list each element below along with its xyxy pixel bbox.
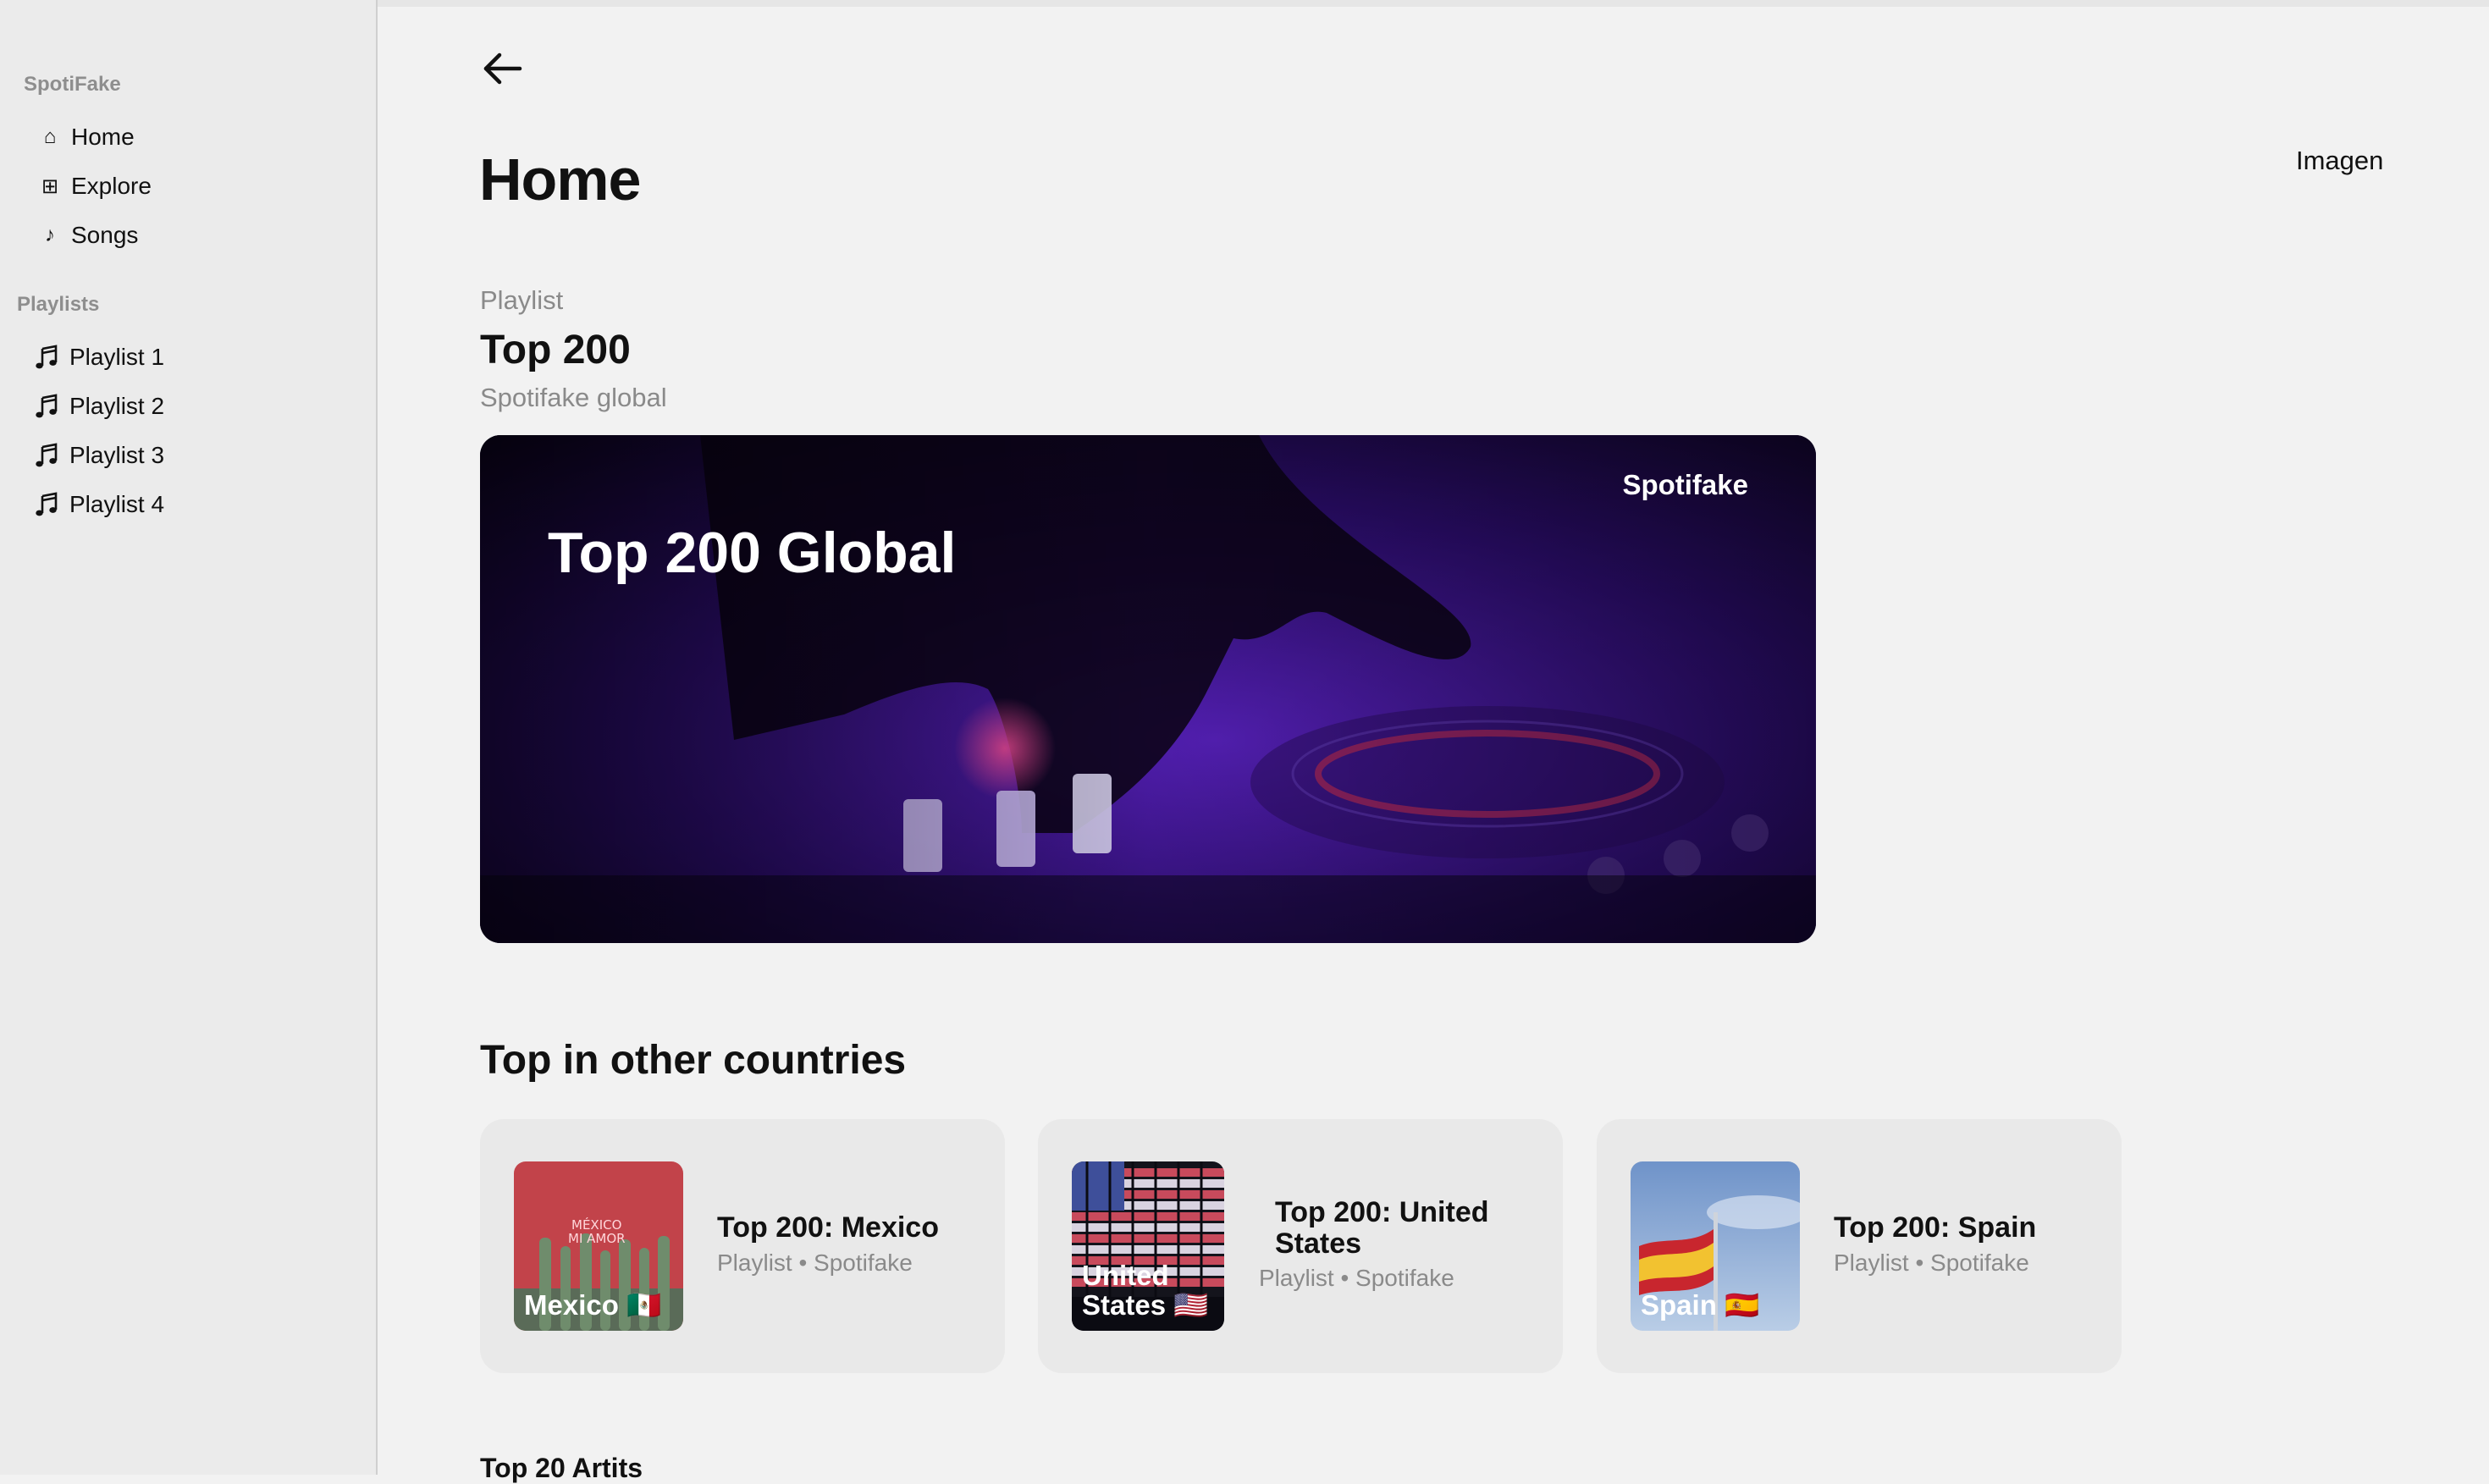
card-title: Top 200: Mexico [717,1211,939,1244]
home-icon: ⌂ [43,125,57,148]
card-subtitle: Playlist • Spotifake [1834,1250,2029,1276]
card-subtitle: Playlist • Spotifake [1259,1265,1454,1291]
featured-title: Top 200 [480,328,631,372]
svg-text:MI AMOR: MI AMOR [568,1231,626,1246]
music-notes-icon [34,492,59,517]
mexico-cover-image: MÉXICO MI AMOR Mexico 🇲🇽 [514,1161,683,1331]
sidebar-item-explore[interactable]: ⊞ Explore [39,168,152,205]
sidebar-item-playlist-2[interactable]: Playlist 2 [34,388,164,425]
playlist-card-spain[interactable]: Spain 🇪🇸 Top 200: Spain Playlist • Spoti… [1597,1119,2122,1373]
sidebar-item-playlist-1[interactable]: Playlist 1 [34,339,164,376]
imagen-link[interactable]: Imagen [2296,146,2383,176]
music-notes-icon [34,394,59,419]
back-button[interactable] [479,47,525,93]
sidebar-item-label: Playlist 3 [69,442,165,468]
card-title: Top 200: United States [1275,1196,1489,1261]
sidebar-item-home[interactable]: ⌂ Home [39,119,135,156]
music-notes-icon [34,443,59,468]
music-note-icon: ♪ [45,223,55,246]
banner-title: Top 200 Global [548,521,957,585]
featured-banner[interactable]: Top 200 Global Spotifake [480,435,1816,943]
arrow-left-icon [481,52,523,90]
sidebar-item-songs[interactable]: ♪ Songs [39,217,138,254]
card-subtitle: Playlist • Spotifake [717,1250,913,1276]
banner-brand: Spotifake [1622,469,1748,500]
sidebar-item-label: Songs [71,222,139,248]
sidebar-item-label: Playlist 4 [69,491,165,517]
top-artists-section-heading: Top 20 Artits [480,1453,643,1483]
explore-icon: ⊞ [41,174,59,198]
app-brand: SpotiFake [24,73,121,96]
playlist-card-mexico[interactable]: MÉXICO MI AMOR Mexico 🇲🇽 Top 200: Mexico… [480,1119,1005,1373]
featured-kind-label: Playlist [480,285,564,315]
sidebar-item-playlist-4[interactable]: Playlist 4 [34,486,164,523]
card-title: Top 200: Spain [1834,1211,2037,1244]
sidebar-item-label: Home [71,124,135,150]
sidebar-item-playlist-3[interactable]: Playlist 3 [34,437,164,474]
featured-subtitle: Spotifake global [480,383,667,412]
music-notes-icon [34,345,59,370]
sidebar-item-label: Playlist 1 [69,344,165,370]
sidebar: SpotiFake ⌂ Home ⊞ Explore ♪ Songs Playl… [0,0,378,1475]
dj-mixer-image [480,435,1816,943]
page-title: Home [479,146,641,212]
countries-section-heading: Top in other countries [480,1038,907,1083]
sidebar-item-label: Playlist 2 [69,393,165,419]
card-art-label: Mexico 🇲🇽 [524,1289,662,1321]
spain-cover-image: Spain 🇪🇸 [1631,1161,1800,1331]
card-art-label: Spain 🇪🇸 [1641,1289,1760,1321]
playlists-section-label: Playlists [17,293,100,316]
playlist-card-united-states[interactable]: United States 🇺🇸 Top 200: United States … [1038,1119,1563,1373]
sidebar-item-label: Explore [71,173,152,199]
card-art-label: United States 🇺🇸 [1082,1259,1209,1321]
united-states-cover-image: United States 🇺🇸 [1072,1161,1224,1331]
